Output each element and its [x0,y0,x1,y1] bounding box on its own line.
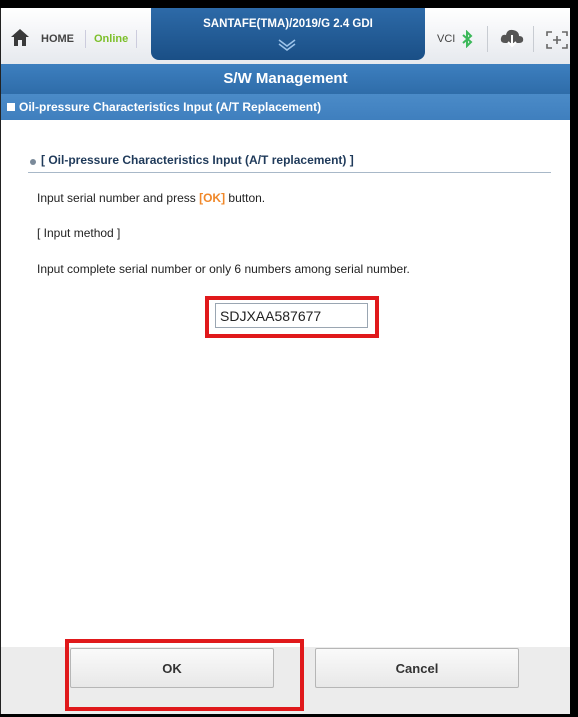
vehicle-label: SANTAFE(TMA)/2019/G 2.4 GDI [203,18,373,30]
section-header: Oil-pressure Characteristics Input (A/T … [1,93,570,120]
section-title: Oil-pressure Characteristics Input (A/T … [19,100,322,114]
right-border [570,0,578,717]
expand-icon[interactable] [545,30,569,50]
bullet-icon [30,159,36,165]
cloud-icon[interactable] [499,26,525,50]
page-title: S/W Management [223,70,348,87]
instruction-prefix: Input serial number and press [37,191,200,205]
status-badge: Online [85,30,138,48]
divider [487,26,488,52]
method-text: Input complete serial number or only 6 n… [37,262,410,276]
instruction-text: Input serial number and press [OK] butto… [37,191,265,205]
home-label[interactable]: HOME [41,33,74,45]
divider [533,26,534,52]
vehicle-selector[interactable]: SANTAFE(TMA)/2019/G 2.4 GDI [151,8,425,60]
top-border [0,0,578,8]
cancel-button[interactable]: Cancel [315,648,519,688]
instruction-suffix: button. [225,191,266,205]
highlight-box [205,296,379,338]
app-window: HOME Online SANTAFE(TMA)/2019/G 2.4 GDI … [0,0,578,717]
home-icon[interactable] [9,26,31,48]
left-border [0,8,1,717]
page-title-bar: S/W Management [1,64,570,93]
subsection-divider [28,172,551,173]
highlight-box [65,639,304,711]
method-heading: [ Input method ] [37,226,121,240]
section-bullet-icon [7,103,15,111]
instruction-ok-keyword: [OK] [199,191,226,205]
chevron-down-icon [278,39,296,51]
vci-label: VCI [437,33,456,45]
top-bar: HOME Online SANTAFE(TMA)/2019/G 2.4 GDI … [1,8,570,64]
bluetooth-icon [462,30,473,48]
subsection-title: [ Oil-pressure Characteristics Input (A/… [41,153,354,167]
